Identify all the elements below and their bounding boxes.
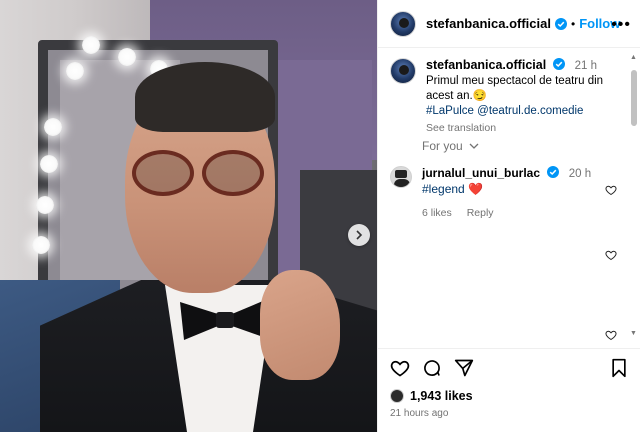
- comment-bubble-icon[interactable]: [422, 358, 442, 378]
- mirror-bulb: [118, 48, 136, 66]
- hand: [260, 270, 340, 380]
- comment-like-heart-icon[interactable]: [605, 184, 617, 196]
- post-caption: stefanbanica.official 21 h Primul meu sp…: [390, 58, 625, 136]
- mirror-bulb: [44, 118, 62, 136]
- post-actions: 1,943 likes 21 hours ago: [378, 348, 640, 432]
- scroll-thumb[interactable]: [631, 70, 637, 126]
- likes-summary[interactable]: 1,943 likes: [390, 389, 473, 403]
- caption-time[interactable]: 21 h: [575, 60, 597, 72]
- mirror-bulb: [32, 236, 50, 254]
- scroll-down-arrow-icon[interactable]: ▼: [630, 330, 637, 337]
- like-heart-icon[interactable]: [390, 358, 410, 378]
- for-you-filter[interactable]: For you: [422, 139, 479, 153]
- comment-like-heart-icon[interactable]: [605, 329, 617, 341]
- comments-section[interactable]: stefanbanica.official 21 h Primul meu sp…: [378, 48, 640, 348]
- caption-text: Primul meu spectacol de teatru din acest…: [426, 75, 604, 102]
- liker-avatar: [390, 389, 404, 403]
- save-bookmark-icon[interactable]: [609, 358, 629, 378]
- mirror-bulb: [36, 196, 54, 214]
- scroll-up-arrow-icon[interactable]: ▲: [630, 54, 637, 61]
- caption-mention[interactable]: @teatrul.de.comedie: [477, 105, 583, 117]
- bow-tie: [180, 298, 270, 340]
- chevron-down-icon: [469, 143, 479, 149]
- comment-reply-button[interactable]: Reply: [467, 207, 494, 219]
- verified-badge-icon: [547, 166, 560, 178]
- caption-hashtag[interactable]: #LaPulce: [426, 105, 474, 117]
- comment-like-heart-icon[interactable]: [605, 249, 617, 261]
- caption-author-avatar[interactable]: [390, 58, 416, 84]
- more-horizontal-icon[interactable]: •••: [611, 16, 631, 34]
- mirror-bulb: [82, 36, 100, 54]
- smirk-emoji: 😏: [472, 90, 487, 102]
- verified-badge-icon: [553, 58, 566, 70]
- post-header: stefanbanica.official • Follow •••: [378, 0, 640, 48]
- round-glasses: [132, 150, 272, 198]
- comment-hashtag[interactable]: #legend: [422, 182, 465, 196]
- commenter-avatar[interactable]: [390, 166, 412, 188]
- likes-count[interactable]: 1,943 likes: [410, 389, 473, 403]
- separator-dot: •: [570, 16, 576, 31]
- mirror-bulb: [40, 155, 58, 173]
- chevron-right-icon: [356, 230, 363, 240]
- comments-scrollbar[interactable]: ▲ ▼: [630, 54, 637, 338]
- post-photo[interactable]: [0, 0, 377, 432]
- author-avatar[interactable]: [390, 10, 416, 37]
- post-side-panel: stefanbanica.official • Follow ••• stefa…: [377, 0, 640, 432]
- person-hair: [135, 62, 275, 132]
- for-you-label: For you: [422, 139, 463, 153]
- commenter-username[interactable]: jurnalul_unui_burlac: [422, 166, 540, 180]
- comment-time[interactable]: 20 h: [569, 168, 591, 180]
- caption-username[interactable]: stefanbanica.official: [426, 58, 546, 72]
- comment-item: jurnalul_unui_burlac 20 h #legend ❤️ 6 l…: [390, 166, 630, 221]
- see-translation-link[interactable]: See translation: [426, 121, 625, 136]
- share-send-icon[interactable]: [454, 358, 474, 378]
- mirror-bulb: [66, 62, 84, 80]
- verified-badge-icon: [554, 17, 567, 30]
- post-timestamp[interactable]: 21 hours ago: [390, 408, 448, 419]
- author-username[interactable]: stefanbanica.official: [426, 16, 551, 31]
- carousel-next-button[interactable]: [348, 224, 370, 246]
- comment-likes-count[interactable]: 6 likes: [422, 207, 452, 219]
- heart-emoji: ❤️: [468, 182, 484, 196]
